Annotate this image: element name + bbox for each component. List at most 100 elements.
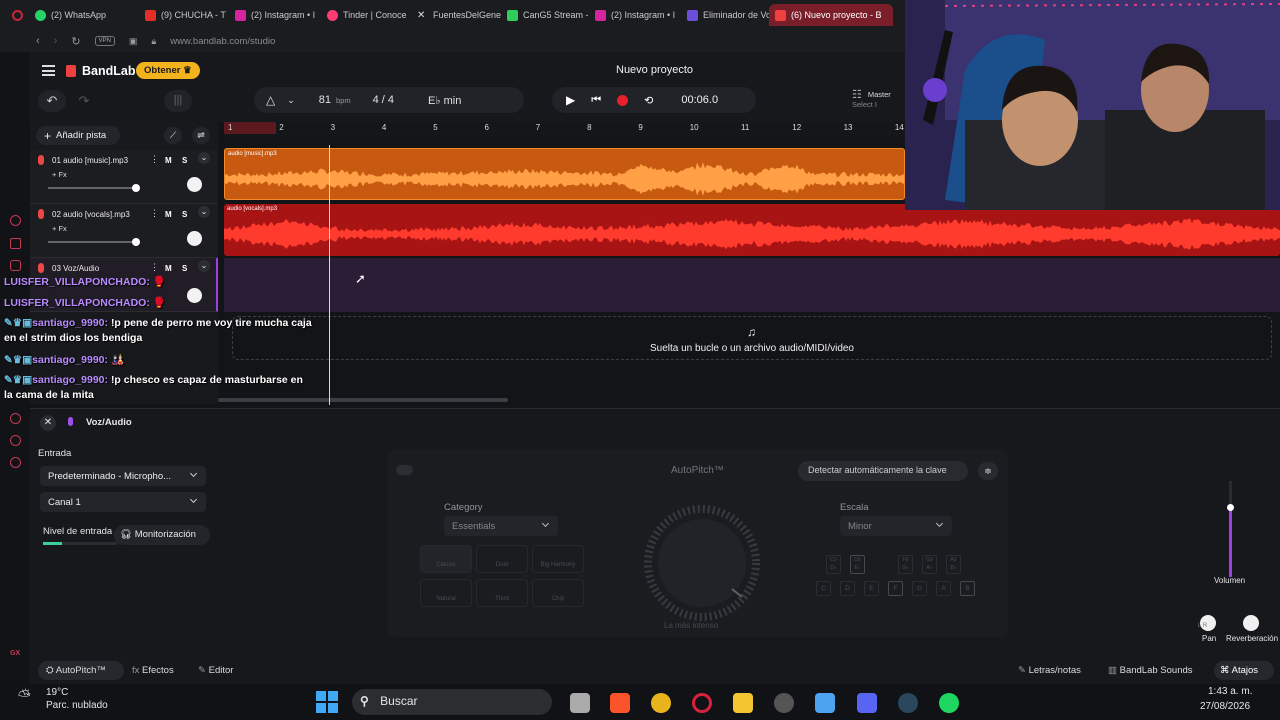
track-header[interactable]: 02 audio [vocals].mp3 ⋮ M S ⌄ + Fx (30, 204, 218, 258)
file-explorer-icon[interactable] (733, 693, 753, 713)
bpm-value[interactable]: 81 (319, 94, 331, 106)
tab-editor[interactable]: ✎ Editor (198, 665, 233, 676)
task-view-icon[interactable] (570, 693, 590, 713)
detect-key-button[interactable]: Detectar automáticamente la clave (798, 461, 968, 481)
get-membership-button[interactable]: Obtener ♛ (136, 62, 200, 79)
empty-track-lane[interactable] (224, 258, 1280, 312)
solo-button[interactable]: S (182, 210, 187, 219)
menu-icon[interactable] (42, 65, 55, 76)
chevron-down-icon[interactable]: ⌄ (198, 260, 210, 272)
instagram-icon[interactable] (10, 260, 21, 271)
browser-tab[interactable]: ✕ FuentesDelGener (411, 4, 501, 26)
clock-icon[interactable] (10, 413, 21, 424)
mute-button[interactable]: M (165, 156, 172, 165)
skip-back-icon[interactable]: ⏮︎ (591, 94, 601, 107)
key-gsharp[interactable]: G♯ A♭ (922, 555, 937, 574)
browser-tab[interactable]: Eliminador de Vo (681, 4, 769, 26)
key-f[interactable]: F (888, 581, 903, 596)
mixer-icon[interactable]: ||| (164, 90, 192, 112)
reverb-knob[interactable] (1243, 615, 1259, 631)
forward-icon[interactable]: › (54, 35, 58, 47)
drop-zone[interactable]: ♫ Suelta un bucle o un archivo audio/MID… (232, 316, 1272, 360)
grid-settings-icon[interactable]: ⇌ (192, 127, 210, 144)
preset-classic[interactable]: Classic (420, 545, 472, 573)
pan-knob[interactable] (187, 288, 202, 303)
opera-gx-icon[interactable] (692, 693, 712, 713)
browser-tab[interactable]: (2) Instagram • I (229, 4, 321, 26)
scale-select[interactable]: Minor (840, 516, 952, 536)
volume-slider-thumb[interactable] (132, 184, 140, 192)
preset-third[interactable]: Third (476, 579, 528, 607)
pan-knob[interactable] (187, 177, 202, 192)
record-icon[interactable] (617, 94, 629, 106)
key-b[interactable]: B (960, 581, 975, 596)
browser-tab[interactable]: CanG5 Stream - (501, 4, 589, 26)
volume-fader-thumb[interactable] (1227, 504, 1234, 511)
clock-date[interactable]: 27/08/2026 (1200, 701, 1250, 712)
play-icon[interactable]: ▶ (566, 93, 575, 107)
time-signature[interactable]: 4 / 4 (373, 94, 394, 106)
chevron-down-icon[interactable]: ⌄ (198, 206, 210, 218)
playhead[interactable] (329, 145, 330, 405)
horizontal-scrollbar[interactable] (218, 398, 508, 402)
key-e[interactable]: E (864, 581, 879, 596)
add-track-button[interactable]: + Añadir pista (36, 126, 120, 145)
solo-button[interactable]: S (182, 156, 187, 165)
bandlab-sounds-button[interactable]: ▥ BandLab Sounds (1108, 665, 1193, 676)
redo-icon[interactable]: ↷ (72, 90, 96, 112)
key-a[interactable]: A (936, 581, 951, 596)
monitoring-button[interactable]: 🎧︎ Monitorización (114, 525, 210, 545)
discord-icon[interactable] (857, 693, 877, 713)
weather-icon[interactable]: ⛅︎ (18, 688, 31, 706)
bandlab-logo[interactable]: BandLab (66, 64, 135, 78)
automation-icon[interactable]: ⟋ (164, 127, 182, 144)
tab-effects[interactable]: fx Efectos (132, 665, 174, 676)
volume-slider-thumb[interactable] (132, 238, 140, 246)
shortcuts-button[interactable]: ⌘ Atajos (1214, 661, 1274, 680)
gx-icon[interactable]: GX (10, 650, 20, 657)
volume-slider[interactable] (48, 187, 136, 189)
audio-clip-vocals[interactable]: audio [vocals].mp3 (224, 204, 1280, 256)
url-text[interactable]: www.bandlab.com/studio (170, 36, 275, 47)
more-icon[interactable]: ⋮ (150, 208, 159, 219)
autopitch-toggle[interactable] (396, 465, 413, 475)
volume-fader[interactable] (1229, 481, 1232, 577)
project-title[interactable]: Nuevo proyecto (616, 64, 693, 76)
category-select[interactable]: Essentials (444, 516, 558, 536)
project-key[interactable]: E♭ min (428, 94, 461, 107)
track-header[interactable]: 01 audio [music].mp3 ⋮ M S ⌄ + Fx (30, 150, 218, 204)
browser-tab[interactable]: Tinder | Conoce (321, 4, 411, 26)
lyrics-button[interactable]: ✎ Letras/notas (1018, 665, 1081, 676)
channel-select[interactable]: Canal 1 (40, 492, 206, 512)
send-icon[interactable] (10, 435, 21, 446)
mute-button[interactable]: M (165, 264, 172, 273)
chevron-down-icon[interactable]: ⌄ (198, 152, 210, 164)
more-icon[interactable]: ⋮ (150, 154, 159, 165)
back-icon[interactable]: ‹ (36, 35, 40, 47)
settings-icon[interactable] (10, 457, 21, 468)
preset-natural[interactable]: Natural (420, 579, 472, 607)
key-c[interactable]: C (816, 581, 831, 596)
vpn-badge[interactable]: VPN (94, 36, 115, 46)
preset-duet[interactable]: Duet (476, 545, 528, 573)
volume-slider[interactable] (48, 241, 136, 243)
master-button[interactable]: ☷ Master Select I (852, 90, 891, 110)
reload-icon[interactable]: ↻ (71, 35, 80, 48)
key-d[interactable]: D (840, 581, 855, 596)
settings-icon[interactable]: ≑ (978, 462, 998, 480)
browser-tab[interactable]: (2) WhatsApp (29, 4, 139, 26)
weather-temp[interactable]: 19°C (46, 687, 68, 698)
store-icon[interactable] (815, 693, 835, 713)
brave-icon[interactable] (610, 693, 630, 713)
clock-time[interactable]: 1:43 a. m. (1208, 686, 1252, 697)
key-dsharp[interactable]: D♯ E♭ (850, 555, 865, 574)
solo-button[interactable]: S (182, 264, 187, 273)
add-fx-button[interactable]: + Fx (52, 224, 67, 233)
spotify-icon[interactable] (939, 693, 959, 713)
intensity-knob[interactable] (644, 505, 760, 621)
browser-tab[interactable] (6, 4, 29, 26)
key-fsharp[interactable]: F♯ G♭ (898, 555, 913, 574)
browser-tab-active[interactable]: (6) Nuevo proyecto - B (769, 4, 893, 26)
preset-chip[interactable]: Chip (532, 579, 584, 607)
pan-knob[interactable] (187, 231, 202, 246)
